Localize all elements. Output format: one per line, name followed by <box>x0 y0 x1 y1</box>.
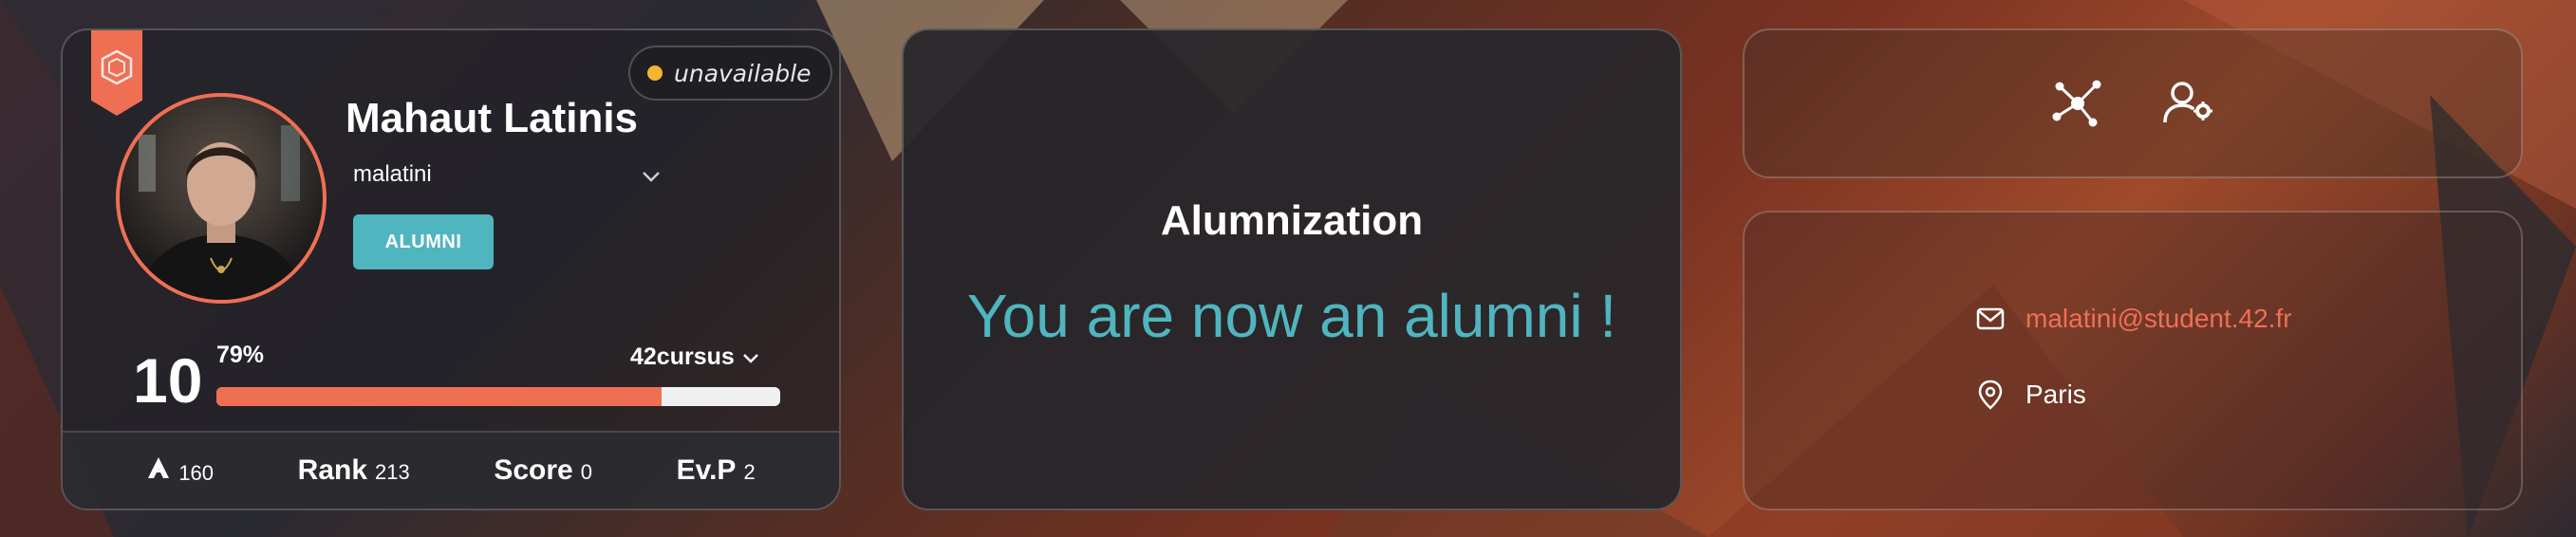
hexagon-icon <box>101 49 133 85</box>
alumni-badge-button[interactable]: ALUMNI <box>353 214 494 269</box>
stats-bar: 160 Rank 213 Score 0 Ev.P 2 <box>63 431 839 509</box>
cursus-select[interactable]: 42cursus <box>630 343 761 371</box>
login-name: malatini <box>353 161 432 187</box>
alumnization-message: You are now an alumni ! <box>966 282 1617 350</box>
actions-card <box>1743 28 2523 178</box>
email-link[interactable]: malatini@student.42.fr <box>2025 304 2292 334</box>
chevron-down-icon[interactable] <box>638 163 664 190</box>
network-graph-icon[interactable] <box>2049 75 2106 132</box>
mail-icon <box>1976 307 2005 330</box>
level-progress-bar <box>216 387 780 406</box>
coalition-ribbon <box>91 30 142 116</box>
contact-card: malatini@student.42.fr Paris <box>1743 211 2523 510</box>
location-pin-icon <box>1978 380 2003 410</box>
score-stat: Score 0 <box>494 454 592 487</box>
user-settings-icon[interactable] <box>2159 75 2216 132</box>
location-row: Paris <box>1976 380 2086 410</box>
score-label: Score <box>494 454 573 486</box>
rank-stat: Rank 213 <box>298 454 410 487</box>
chevron-down-icon <box>742 353 758 363</box>
email-row: malatini@student.42.fr <box>1976 304 2292 334</box>
avatar <box>116 93 327 304</box>
location-text: Paris <box>2025 380 2086 409</box>
evaluation-points-stat: Ev.P 2 <box>677 454 756 487</box>
alumnization-card: Alumnization You are now an alumni ! <box>902 28 1682 510</box>
status-dot <box>647 65 663 81</box>
display-name: Mahaut Latinis <box>345 95 639 141</box>
status-text: unavailable <box>674 59 812 87</box>
level-progress-fill <box>216 387 663 406</box>
wallet-stat: 160 <box>146 455 214 486</box>
score-value: 0 <box>580 460 592 484</box>
level-percent: 79% <box>216 342 265 368</box>
alumnization-title: Alumnization <box>1160 197 1424 244</box>
evp-label: Ev.P <box>676 454 737 486</box>
rank-label: Rank <box>297 454 368 486</box>
status-badge: unavailable <box>628 46 832 101</box>
wallet-value: 160 <box>178 461 215 485</box>
cursus-label: 42cursus <box>630 343 735 370</box>
wallet-icon <box>148 457 170 478</box>
level-number: 10 <box>133 345 203 416</box>
rank-value: 213 <box>375 460 410 484</box>
profile-card: unavailable Mahaut Latinis malatini ALUM… <box>61 28 841 510</box>
evp-value: 2 <box>743 460 756 484</box>
